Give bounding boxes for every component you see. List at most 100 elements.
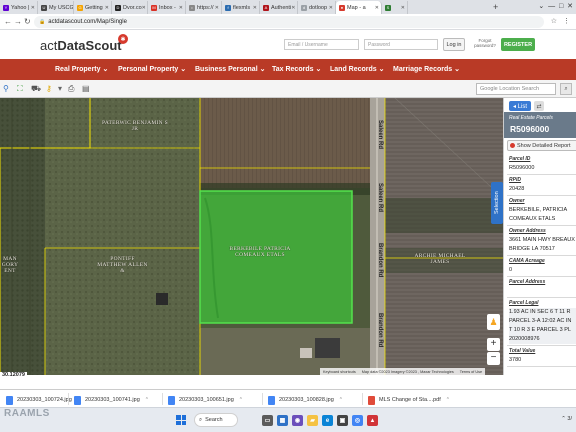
download-bar: 20230303_100724.jpg⌃ 20230303_100741.jpg ⌃…	[0, 389, 576, 407]
browser-tab[interactable]: A Authenti ✕	[260, 1, 298, 14]
download-filename: 20230303_100741.jpg	[85, 397, 140, 403]
road-label: Saleen Rd	[377, 183, 383, 213]
download-filename: 20230303_100651.jpg	[179, 397, 234, 403]
close-icon[interactable]: ✕	[31, 5, 35, 11]
new-tab-button[interactable]: +	[493, 2, 498, 12]
search-icon[interactable]: ⌕	[560, 83, 572, 95]
chat-icon[interactable]: ◉	[292, 415, 303, 426]
zoom-in-button[interactable]: +	[487, 338, 500, 351]
password-field[interactable]: Password	[364, 39, 438, 50]
register-button[interactable]: REGISTER	[501, 38, 535, 51]
selection-tab[interactable]: Selection	[491, 182, 503, 224]
forward-icon[interactable]: →	[14, 17, 22, 27]
nav-marriage-records[interactable]: Marriage Records ⌄	[393, 65, 460, 73]
list-button[interactable]: ◂ List	[509, 101, 531, 111]
main-nav: Real Property ⌄ Personal Property ⌄ Busi…	[0, 59, 576, 80]
browser-tab[interactable]: M Inbox - ✕	[148, 1, 186, 14]
parcel-owner-label: PATERWIC BENJAMIN S JR	[101, 120, 168, 132]
tab-label: Authenti	[271, 4, 292, 11]
field-value: 0	[509, 267, 513, 273]
nav-business-personal[interactable]: Business Personal ⌄	[195, 65, 265, 73]
field-divider	[507, 174, 576, 175]
system-tray[interactable]: ⌃ 3/	[561, 416, 572, 422]
download-menu-caret-icon[interactable]: ⌃	[145, 397, 149, 403]
file-explorer-icon[interactable]: ▰	[307, 415, 318, 426]
dropdown-caret-icon[interactable]: ▾	[58, 84, 62, 94]
extent-icon[interactable]: ⛶	[17, 84, 23, 94]
close-icon[interactable]: ✕	[179, 5, 183, 11]
browser-tab[interactable]: • https://✕	[186, 1, 222, 14]
terms-of-use-link[interactable]: Terms of Use	[460, 370, 482, 374]
close-icon[interactable]: ✕	[215, 5, 219, 11]
tab-favicon-icon: U	[41, 4, 47, 11]
image-file-icon	[6, 395, 13, 405]
chrome-icon[interactable]: ◎	[352, 415, 363, 426]
url-field[interactable]: 🔒 actdatascout.com/Map/Single	[34, 16, 544, 28]
download-item[interactable]: MLS Change of Sta....pdf ⌃	[368, 394, 450, 406]
close-icon[interactable]: ✕	[142, 5, 146, 11]
vehicle-icon[interactable]: ⛟	[31, 84, 41, 94]
browser-tab[interactable]: D Dvor.co ✕	[112, 1, 148, 14]
download-divider	[68, 393, 69, 405]
store-icon[interactable]: ▣	[337, 415, 348, 426]
street-view-icon[interactable]: ♟	[487, 314, 500, 330]
layers-icon[interactable]: ▤	[82, 84, 90, 94]
browser-tab[interactable]: S ✕	[382, 1, 408, 14]
close-icon[interactable]: ✕	[253, 5, 257, 11]
field-value: T 10 R 3 E PARCEL 3 PL	[509, 326, 576, 335]
site-logo[interactable]: actDataScout	[40, 38, 122, 53]
browser-tab[interactable]: f flexmls ✕	[222, 1, 260, 14]
browser-tab[interactable]: d dotloop ✕	[298, 1, 336, 14]
keyboard-shortcuts-link[interactable]: Keyboard shortcuts	[323, 370, 356, 374]
download-item[interactable]: 20230303_100741.jpg ⌃	[74, 394, 149, 406]
download-menu-caret-icon[interactable]: ⌃	[239, 397, 243, 403]
nav-personal-property[interactable]: Personal Property ⌄	[118, 65, 186, 73]
download-item[interactable]: 20230303_100651.jpg ⌃	[168, 394, 243, 406]
browser-tab[interactable]: ● Map - a ✕	[336, 1, 382, 14]
app-icon[interactable]: ▲	[367, 415, 378, 426]
nav-tax-records[interactable]: Tax Records ⌄	[272, 65, 321, 73]
field-label: RPID	[509, 177, 521, 183]
field-label: Owner Address	[509, 228, 546, 234]
map-view[interactable]: PATERWIC BENJAMIN S JR BERKEBILE PATRICI…	[0, 98, 503, 375]
email-field[interactable]: Email / Username	[284, 39, 359, 50]
nav-real-property[interactable]: Real Property ⌄	[55, 65, 108, 73]
expand-arrow-icon[interactable]: ⇄	[534, 101, 544, 111]
forgot-password-link[interactable]: Forgot password?	[472, 38, 498, 48]
close-icon[interactable]: ✕	[401, 5, 405, 11]
login-button[interactable]: Log in	[443, 38, 465, 51]
lock-icon: 🔒	[39, 19, 46, 25]
browser-tab[interactable]: G Getting ✕	[74, 1, 112, 14]
task-view-icon[interactable]: ▭	[262, 415, 273, 426]
download-item[interactable]: 20230303_100724.jpg⌃	[6, 394, 81, 406]
close-icon[interactable]: ✕	[375, 5, 379, 11]
download-item[interactable]: 20230303_100828.jpg ⌃	[268, 394, 343, 406]
reload-icon[interactable]: ↻	[24, 17, 31, 27]
download-menu-caret-icon[interactable]: ⌃	[339, 397, 343, 403]
browser-tab[interactable]: Y Yahoo | ✕	[0, 1, 38, 14]
edge-icon[interactable]: e	[322, 415, 333, 426]
browser-tab[interactable]: UMy USCG✕	[38, 1, 74, 14]
key-icon[interactable]: ⚷	[46, 84, 52, 94]
close-icon[interactable]: ✕	[291, 5, 295, 11]
location-search-input[interactable]: Google Location Search	[476, 83, 556, 95]
close-icon[interactable]: ✕	[105, 5, 109, 11]
taskbar-search[interactable]: ⌕ Search	[194, 413, 238, 427]
download-menu-caret-icon[interactable]: ⌃	[446, 397, 450, 403]
tab-favicon-icon: Y	[3, 4, 9, 11]
nav-land-records[interactable]: Land Records ⌄	[330, 65, 385, 73]
close-icon[interactable]: ✕	[329, 5, 333, 11]
field-label: Parcel Legal	[509, 300, 539, 306]
back-icon[interactable]: ←	[4, 17, 12, 27]
logo-mark-icon: ✱	[118, 34, 128, 44]
show-detailed-report-button[interactable]: Show Detailed Report	[507, 140, 576, 151]
tab-favicon-icon: d	[301, 4, 307, 11]
zoom-out-button[interactable]: −	[487, 352, 500, 365]
widgets-icon[interactable]: ▦	[277, 415, 288, 426]
location-pin-icon[interactable]: ⚲	[3, 84, 9, 94]
print-icon[interactable]: ⎙	[68, 84, 74, 94]
window-controls[interactable]: ⌄ — □ ✕	[538, 2, 573, 10]
start-icon[interactable]	[176, 415, 186, 425]
browser-menu-icons[interactable]: ☆ ⋮	[551, 17, 572, 25]
search-icon: ⌕	[199, 416, 203, 423]
